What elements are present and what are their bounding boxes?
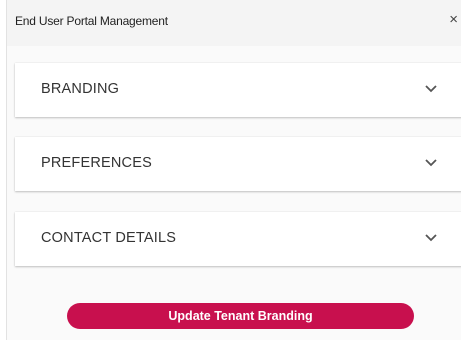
update-tenant-branding-button[interactable]: Update Tenant Branding [67, 303, 414, 329]
chevron-down-icon[interactable] [424, 158, 438, 167]
section-contact-details[interactable]: CONTACT DETAILS [15, 212, 461, 266]
chevron-down-icon[interactable] [424, 233, 438, 242]
dialog-header: End User Portal Management × [7, 0, 461, 46]
dialog-title: End User Portal Management [15, 14, 168, 28]
close-icon[interactable]: × [449, 11, 458, 28]
section-branding[interactable]: BRANDING [15, 63, 461, 117]
portal-management-dialog: End User Portal Management × BRANDING PR… [6, 0, 461, 340]
section-branding-label: BRANDING [41, 81, 120, 97]
section-preferences[interactable]: PREFERENCES [15, 137, 461, 191]
section-contact-details-label: CONTACT DETAILS [41, 230, 177, 246]
chevron-down-icon[interactable] [424, 84, 438, 93]
section-preferences-label: PREFERENCES [41, 155, 152, 171]
